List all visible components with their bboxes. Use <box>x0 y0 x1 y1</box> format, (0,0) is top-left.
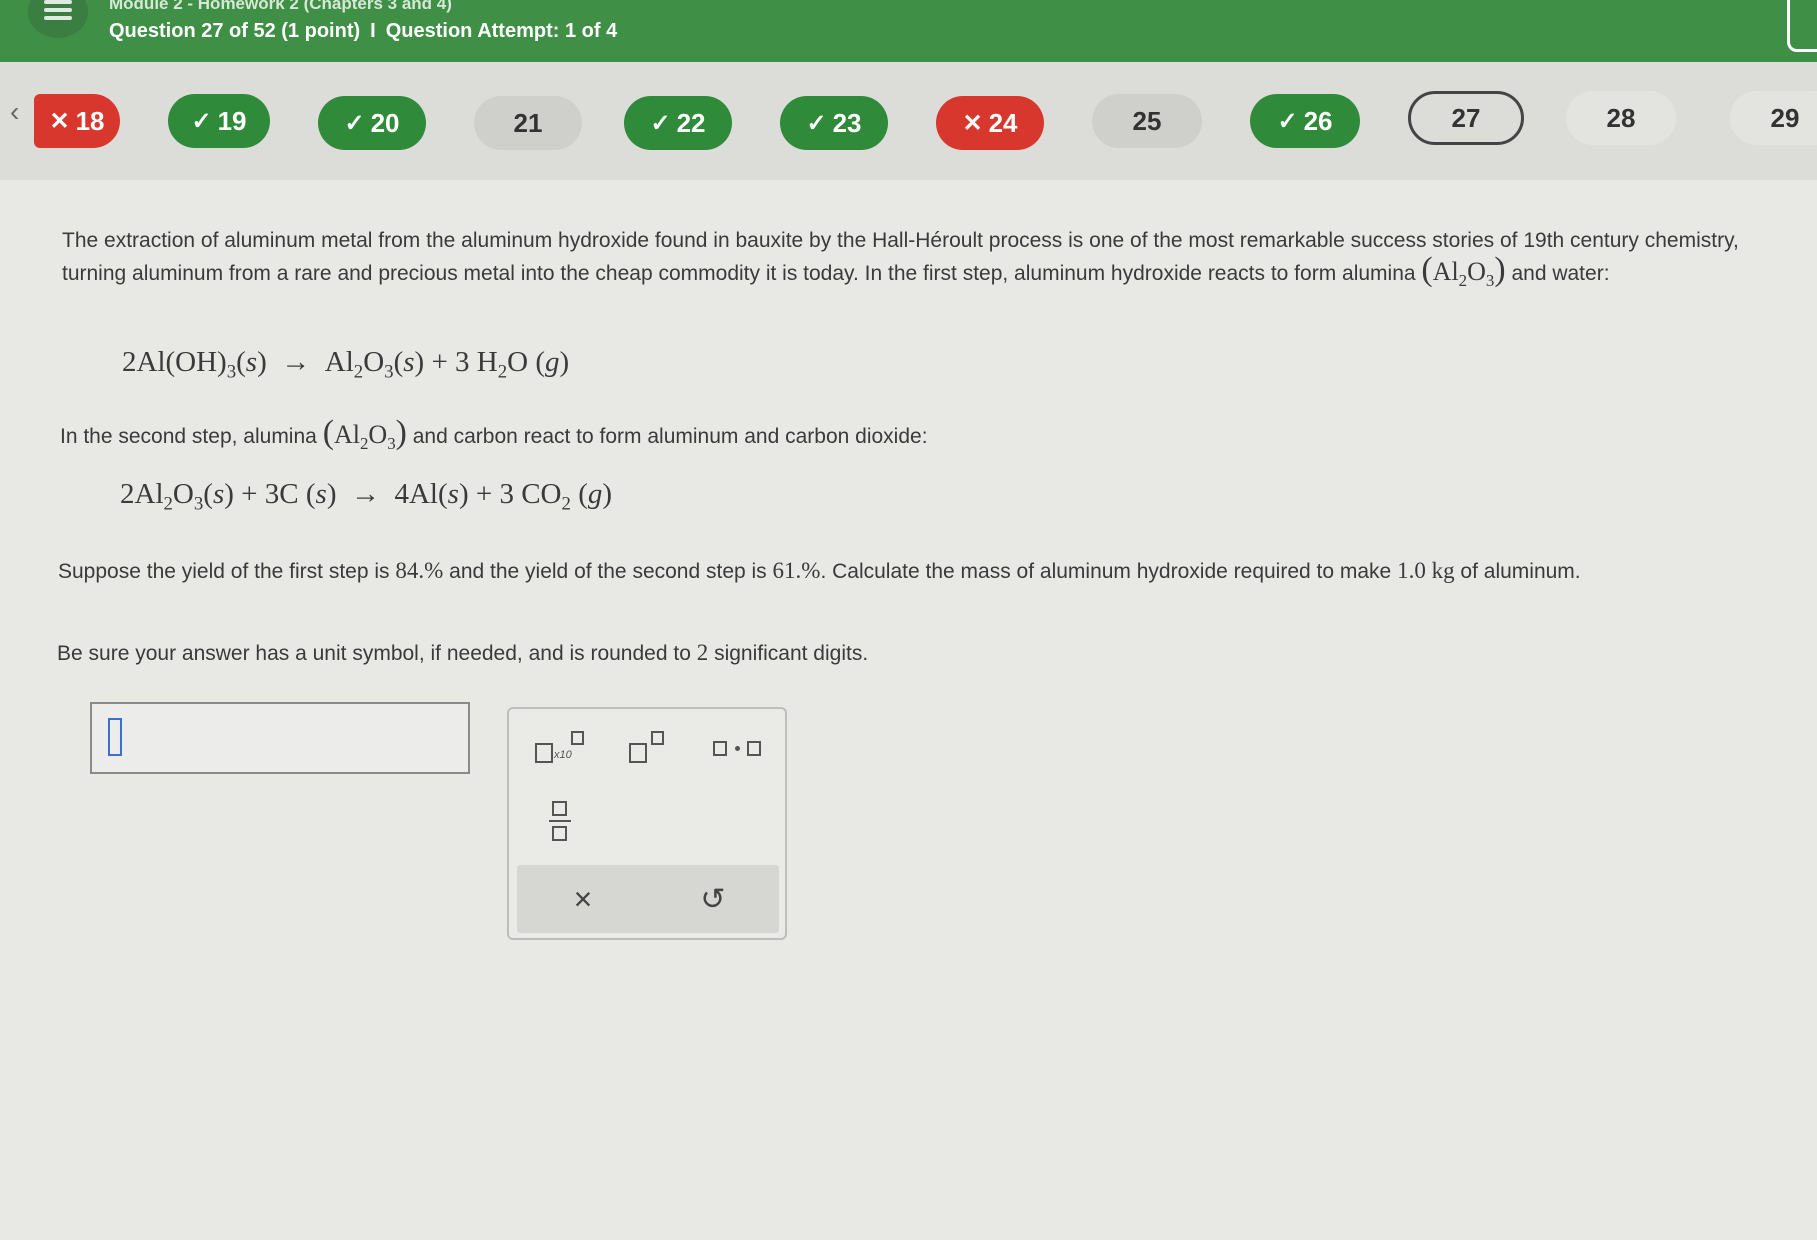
undo-icon[interactable]: ↺ <box>663 873 763 925</box>
question-button-19[interactable]: ✓ 19 <box>168 94 270 148</box>
breadcrumb: Module 2 - Homework 2 (Chapters 3 and 4) <box>109 0 452 13</box>
multiply-dot-button[interactable] <box>711 733 767 763</box>
yield-step-1: 84.% <box>395 558 444 583</box>
question-button-28[interactable]: 28 <box>1566 91 1676 145</box>
instr-text-b: significant digits. <box>714 642 869 665</box>
question-number: 23 <box>832 107 862 138</box>
question-button-29[interactable]: 29 <box>1730 91 1817 145</box>
attempt-label: Question Attempt: 1 of 4 <box>385 20 618 42</box>
question-button-22[interactable]: ✓ 22 <box>624 96 732 150</box>
question-number: 18 <box>75 105 105 136</box>
equation-step-1: 2Al(OH)3(s) → Al2O3(s) + 3 H2O (g) <box>122 346 570 383</box>
answer-input[interactable] <box>90 702 470 774</box>
check-icon: ✓ <box>806 109 827 137</box>
yield-text-b: and the yield of the second step is <box>449 560 767 583</box>
yield-text-c: . Calculate the mass of aluminum hydroxi… <box>820 560 1392 583</box>
cross-icon: ✕ <box>49 107 70 135</box>
question-number: 28 <box>1606 102 1636 133</box>
check-icon: ✓ <box>344 109 365 137</box>
question-number: 21 <box>513 107 543 138</box>
intro-tail-text: and water: <box>1511 262 1610 285</box>
problem-intro: The extraction of aluminum metal from th… <box>62 226 1802 295</box>
window-corner-frame <box>1787 0 1817 52</box>
header-separator: I <box>370 20 376 42</box>
question-button-24[interactable]: ✕ 24 <box>936 96 1044 150</box>
scientific-notation-button[interactable]: x10 <box>531 729 591 769</box>
yield-step-2: 61.% <box>772 558 821 583</box>
question-button-25[interactable]: 25 <box>1092 94 1202 148</box>
x10-label: x10 <box>554 749 572 761</box>
cross-icon: ✕ <box>962 109 983 137</box>
question-info: Question 27 of 52 (1 point) I Question Att… <box>109 20 617 43</box>
question-button-23[interactable]: ✓ 23 <box>780 96 888 150</box>
instr-text-a: Be sure your answer has a unit symbol, i… <box>57 642 691 665</box>
question-number: 20 <box>370 107 400 138</box>
fraction-button[interactable] <box>545 799 575 845</box>
top-bar: Module 2 - Homework 2 (Chapters 3 and 4)… <box>0 0 1817 62</box>
check-icon: ✓ <box>1277 107 1298 135</box>
input-cursor <box>108 718 122 756</box>
palette-footer: × ↺ <box>517 865 779 933</box>
question-button-26[interactable]: ✓ 26 <box>1250 94 1360 148</box>
yield-text-d: of aluminum. <box>1460 560 1581 583</box>
question-button-27[interactable]: 27 <box>1408 91 1524 145</box>
question-navigation <box>0 62 1817 180</box>
equation-step-2: 2Al2O3(s) + 3C (s) → 4Al(s) + 3 CO2 (g) <box>120 478 613 515</box>
question-number: 19 <box>217 105 247 136</box>
alumina-formula-2: (Al2O3) <box>322 414 407 453</box>
alumina-formula: (Al2O3) <box>1421 251 1506 290</box>
check-icon: ✓ <box>650 109 671 137</box>
superscript-button[interactable] <box>627 729 671 769</box>
check-icon: ✓ <box>191 107 212 135</box>
target-mass: 1.0 kg <box>1397 558 1455 583</box>
step2-lead: In the second step, alumina <box>60 425 317 448</box>
question-button-21[interactable]: 21 <box>474 96 582 150</box>
question-number: 24 <box>988 107 1018 138</box>
chevron-left-icon[interactable]: ‹ <box>10 98 19 126</box>
yield-text-a: Suppose the yield of the first step is <box>58 560 390 583</box>
question-button-18[interactable]: ✕ 18 <box>34 94 120 148</box>
question-label: Question 27 of 52 (1 point) <box>109 20 361 42</box>
question-number: 29 <box>1770 102 1800 133</box>
question-number: 27 <box>1451 102 1481 133</box>
yield-statement: Suppose the yield of the first step is 8… <box>58 556 1758 586</box>
question-button-20[interactable]: ✓ 20 <box>318 96 426 150</box>
sig-digits: 2 <box>696 640 709 665</box>
menu-icon[interactable] <box>28 0 88 38</box>
question-number: 26 <box>1303 105 1333 136</box>
question-number: 25 <box>1132 105 1162 136</box>
step2-tail: and carbon react to form aluminum and ca… <box>412 425 928 448</box>
clear-icon[interactable]: × <box>533 873 633 925</box>
answer-instructions: Be sure your answer has a unit symbol, i… <box>57 638 1757 668</box>
math-tool-palette: x10 × ↺ <box>507 707 787 940</box>
step-2-text: In the second step, alumina (Al2O3) and … <box>60 414 1800 458</box>
question-number: 22 <box>676 107 706 138</box>
